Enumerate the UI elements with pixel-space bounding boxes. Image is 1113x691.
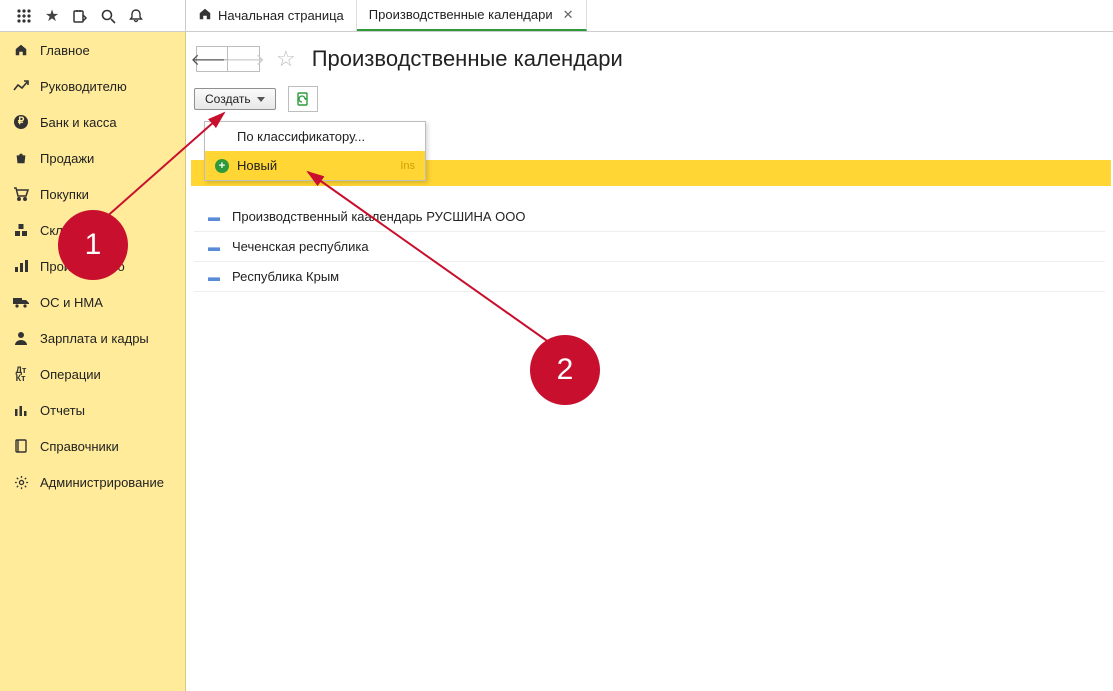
sidebar-item-production[interactable]: Производство (0, 248, 185, 284)
favorite-star-icon[interactable]: ☆ (276, 46, 296, 72)
sidebar-item-sales[interactable]: Продажи (0, 140, 185, 176)
dropdown-item-label: Новый (237, 158, 277, 173)
tab-home[interactable]: Начальная страница (186, 0, 357, 31)
sidebar-item-label: Покупки (40, 187, 89, 202)
home-icon (198, 7, 212, 24)
table-row[interactable]: ▬ Чеченская республика (194, 232, 1105, 262)
sidebar-item-hr[interactable]: Зарплата и кадры (0, 320, 185, 356)
tabs: Начальная страница Производственные кале… (186, 0, 587, 31)
sidebar-item-label: Руководителю (40, 79, 127, 94)
shortcut-hint: Ins (400, 160, 415, 172)
person-icon (12, 329, 30, 347)
sidebar-item-label: Справочники (40, 439, 119, 454)
history-icon[interactable] (66, 2, 94, 30)
nav-forward-button[interactable]: 🡒 (228, 46, 260, 72)
dropdown-item-new[interactable]: + Новый Ins (205, 151, 425, 180)
item-marker-icon: ▬ (208, 210, 218, 224)
item-marker-icon: ▬ (208, 240, 218, 254)
bars-icon (12, 401, 30, 419)
sidebar-item-label: Зарплата и кадры (40, 331, 149, 346)
create-dropdown: По классификатору... + Новый Ins (204, 121, 426, 181)
sidebar-item-label: Отчеты (40, 403, 85, 418)
create-button-label: Создать (205, 92, 251, 106)
bag-icon (12, 149, 30, 167)
refresh-from-classifier-button[interactable] (288, 86, 318, 112)
boxes-icon (12, 221, 30, 239)
plus-icon: + (215, 159, 229, 173)
table-row[interactable]: ▬ Производственный каалендарь РУСШИНА ОО… (194, 202, 1105, 232)
sidebar-item-warehouse[interactable]: Склад (0, 212, 185, 248)
sidebar-item-label: Операции (40, 367, 101, 382)
sidebar-item-label: Продажи (40, 151, 94, 166)
sidebar-item-purchases[interactable]: Покупки (0, 176, 185, 212)
create-button[interactable]: Создать (194, 88, 276, 110)
top-icon-strip: ★ (0, 0, 186, 31)
ruble-icon: ₽ (12, 113, 30, 131)
item-marker-icon: ▬ (208, 270, 218, 284)
apps-icon[interactable] (10, 2, 38, 30)
journal-icon: ДтКт (12, 365, 30, 383)
tab-label: Производственные календари (369, 7, 553, 22)
sidebar: Главное Руководителю ₽ Банк и касса Прод… (0, 32, 186, 691)
top-toolbar: ★ Начальная страница Производственные ка… (0, 0, 1113, 32)
dropdown-item-classifier[interactable]: По классификатору... (205, 122, 425, 151)
sidebar-item-catalogs[interactable]: Справочники (0, 428, 185, 464)
sidebar-item-main[interactable]: Главное (0, 32, 185, 68)
row-label: Производственный каалендарь РУСШИНА ООО (232, 209, 526, 224)
sidebar-item-bank[interactable]: ₽ Банк и касса (0, 104, 185, 140)
page-title: Производственные календари (312, 46, 623, 72)
tab-calendars[interactable]: Производственные календари ✕ (357, 0, 587, 31)
table-row[interactable]: ▬ Республика Крым (194, 262, 1105, 292)
sidebar-item-manager[interactable]: Руководителю (0, 68, 185, 104)
sidebar-item-assets[interactable]: ОС и НМА (0, 284, 185, 320)
chart-icon (12, 257, 30, 275)
cart-icon (12, 185, 30, 203)
favorites-icon[interactable]: ★ (38, 2, 66, 30)
chevron-down-icon (257, 97, 265, 102)
sidebar-item-label: Производство (40, 259, 125, 274)
row-label: Чеченская республика (232, 239, 369, 254)
row-label: Республика Крым (232, 269, 339, 284)
gear-icon (12, 473, 30, 491)
book-icon (12, 437, 30, 455)
dropdown-item-label: По классификатору... (237, 129, 365, 144)
bell-icon[interactable] (122, 2, 150, 30)
sidebar-item-label: Администрирование (40, 475, 164, 490)
titlebar: 🡐 🡒 ☆ Производственные календари (194, 42, 1105, 86)
tab-label: Начальная страница (218, 8, 344, 23)
search-icon[interactable] (94, 2, 122, 30)
toolbar: Создать (194, 86, 1105, 122)
truck-icon (12, 293, 30, 311)
home-icon (12, 41, 30, 59)
sidebar-item-reports[interactable]: Отчеты (0, 392, 185, 428)
close-icon[interactable]: ✕ (559, 7, 574, 23)
sidebar-item-operations[interactable]: ДтКт Операции (0, 356, 185, 392)
trend-icon (12, 77, 30, 95)
sidebar-item-label: Банк и касса (40, 115, 117, 130)
sidebar-item-label: ОС и НМА (40, 295, 103, 310)
sidebar-item-label: Склад (40, 223, 78, 238)
sidebar-item-label: Главное (40, 43, 90, 58)
sidebar-item-admin[interactable]: Администрирование (0, 464, 185, 500)
